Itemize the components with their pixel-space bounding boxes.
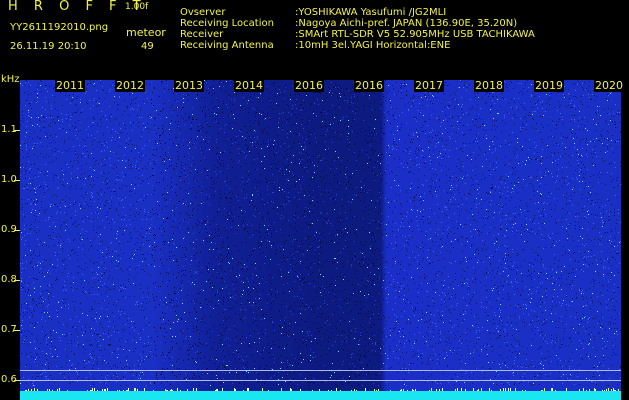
year-label: 2011: [55, 79, 85, 92]
y-axis-unit: kHz: [1, 74, 20, 85]
signal-band: [20, 391, 621, 400]
year-label: 2019: [534, 79, 564, 92]
reference-line: [20, 380, 621, 381]
year-label: 2017: [414, 79, 444, 92]
reference-line: [20, 370, 621, 371]
year-label: 2018: [474, 79, 504, 92]
spectrogram-plot: [20, 80, 621, 398]
timestamp: 26.11.19 20:10: [10, 41, 87, 52]
y-tick-mark: [14, 180, 20, 181]
info-receiver: Receiver :SMArt RTL-SDR V5 52.905MHz USB …: [180, 29, 535, 40]
year-label: 2016: [354, 79, 384, 92]
info-key: Receiving Antenna: [180, 40, 274, 51]
info-value: :SMArt RTL-SDR V5 52.905MHz USB TACHIKAW…: [295, 29, 535, 40]
spectrogram-noise: [20, 80, 621, 398]
info-location: Receiving Location :Nagoya Aichi-pref. JA…: [180, 18, 517, 29]
year-label: 2014: [234, 79, 264, 92]
info-value: :YOSHIKAWA Yasufumi /JG2MLI: [295, 7, 447, 18]
info-key: Receiving Location: [180, 18, 274, 29]
info-key: Receiver: [180, 29, 224, 40]
year-label: 2012: [115, 79, 145, 92]
version-label: 1.00f: [125, 2, 149, 12]
year-label: 2013: [174, 79, 204, 92]
info-value: :Nagoya Aichi-pref. JAPAN (136.90E, 35.2…: [295, 18, 518, 29]
y-tick-mark: [14, 330, 20, 331]
y-tick-mark: [14, 280, 20, 281]
y-tick-mark: [14, 380, 20, 381]
year-label: 2016: [294, 79, 324, 92]
info-key: Ovserver: [180, 7, 226, 18]
y-tick-mark: [14, 130, 20, 131]
info-value: :10mH 3el.YAGI Horizontal:ENE: [295, 40, 451, 51]
image-filename: YY2611192010.png: [10, 22, 109, 33]
info-observer: Ovserver :YOSHIKAWA Yasufumi /JG2MLI: [180, 7, 446, 18]
info-antenna: Receiving Antenna :10mH 3el.YAGI Horizont…: [180, 40, 450, 51]
meteor-count: 49: [141, 41, 154, 52]
meteor-label: meteor: [126, 26, 166, 39]
y-tick-mark: [14, 230, 20, 231]
year-label: 2020: [594, 79, 624, 92]
